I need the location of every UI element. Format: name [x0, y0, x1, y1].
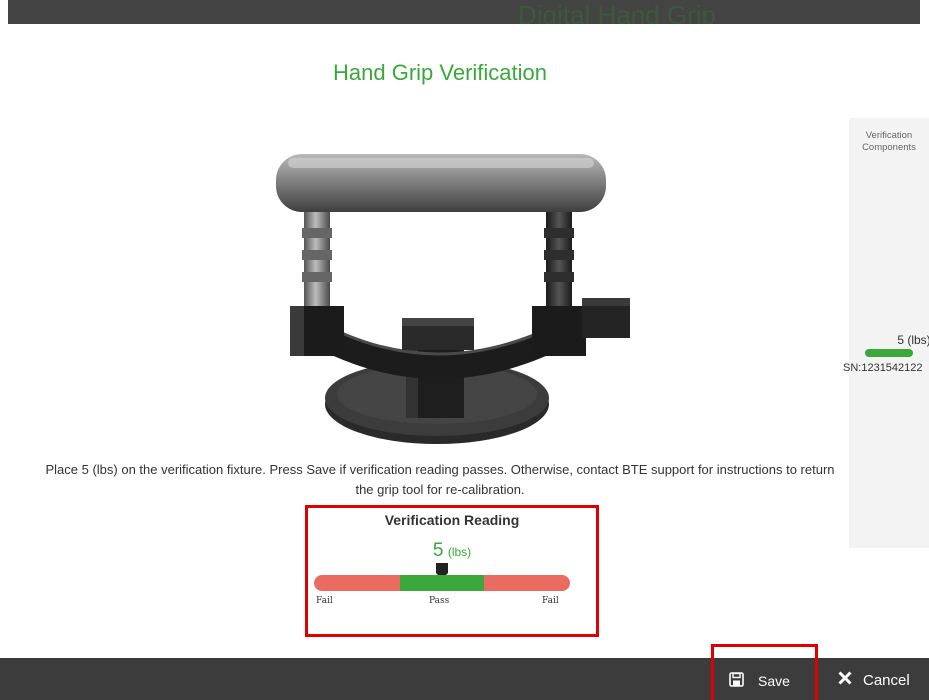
- gauge-fail-right-zone: [484, 575, 570, 591]
- save-button[interactable]: Save: [711, 644, 818, 700]
- gauge-label-fail-right: Fail: [542, 596, 559, 606]
- instructions-text: Place 5 (lbs) on the verification fixtur…: [45, 462, 835, 497]
- reading-value-number: 5: [432, 540, 444, 561]
- verification-reading-panel: Verification Reading 5 (lbs) Fail Pass F…: [305, 505, 599, 637]
- reading-gauge: [314, 575, 570, 591]
- gauge-label-fail-left: Fail: [316, 596, 333, 606]
- close-icon: [838, 671, 863, 689]
- verification-components-panel: Verification Components 5 (lbs) SN:12315…: [843, 118, 929, 548]
- component-value: 5 (lbs): [849, 333, 929, 347]
- reading-value: 5 (lbs): [308, 540, 596, 562]
- gauge-label-pass: Pass: [429, 596, 450, 606]
- save-button-label: Save: [758, 673, 790, 689]
- cancel-button[interactable]: Cancel: [838, 668, 910, 692]
- component-serial-number: SN:1231542122: [843, 362, 923, 374]
- side-panel-title: Verification Components: [862, 130, 916, 153]
- component-value-unit: (lbs): [907, 333, 929, 347]
- app-title: Digital Hand Grip: [518, 0, 716, 24]
- reading-value-unit: (lbs): [447, 545, 472, 559]
- reading-title: Verification Reading: [384, 512, 520, 528]
- save-icon: [729, 672, 758, 690]
- component-status-bar: [865, 349, 913, 357]
- gauge-fail-left-zone: [314, 575, 400, 591]
- page-title: Hand Grip Verification: [333, 60, 547, 85]
- component-value-number: 5: [897, 333, 904, 347]
- cancel-button-label: Cancel: [863, 671, 910, 689]
- header-bar: Digital Hand Grip: [8, 0, 920, 24]
- gauge-pass-zone: [400, 575, 484, 591]
- verification-fixture-image: [270, 148, 636, 456]
